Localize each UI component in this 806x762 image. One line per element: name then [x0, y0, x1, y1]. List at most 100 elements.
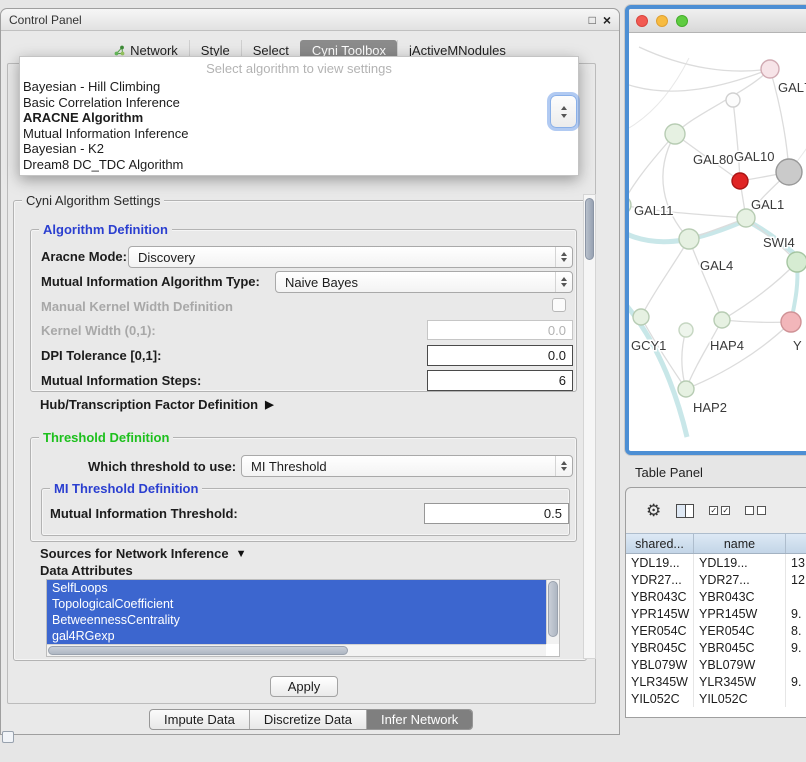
column-header[interactable]: name: [694, 534, 786, 553]
network-canvas[interactable]: GAL7GAL80GAL10GAL11GAL1GAL4SWI4GCY1HAP4Y…: [629, 33, 806, 450]
data-attributes-listbox: SelfLoopsTopologicalCoefficientBetweenne…: [46, 579, 560, 657]
scrollbar-thumb[interactable]: [585, 198, 594, 260]
combo-stepper-icon: [555, 456, 572, 476]
aracne-mode-select[interactable]: Discovery: [128, 246, 573, 268]
network-graph: GAL7GAL80GAL10GAL11GAL1GAL4SWI4GCY1HAP4Y…: [629, 33, 806, 451]
table-body: YDL19...YDL19...13YDR27...YDR27...12YBR0…: [626, 554, 806, 707]
network-node[interactable]: [787, 252, 806, 272]
mi-threshold-field[interactable]: 0.5: [424, 503, 569, 524]
algorithm-option[interactable]: ARACNE Algorithm: [20, 110, 578, 126]
network-node[interactable]: [679, 229, 699, 249]
network-node[interactable]: [726, 93, 740, 107]
mi-algorithm-type-select[interactable]: Naive Bayes: [275, 271, 573, 293]
attribute-item[interactable]: BetweennessCentrality: [47, 612, 546, 628]
table-row[interactable]: YLR345WYLR345W9.: [626, 673, 806, 690]
table-cell: YDL19...: [626, 554, 694, 571]
table-cell: YBR043C: [694, 588, 786, 605]
close-icon[interactable]: ×: [603, 14, 611, 26]
attribute-item[interactable]: SelfLoops: [47, 580, 546, 596]
table-cell: 13: [786, 554, 806, 571]
table-row[interactable]: YDR27...YDR27...12: [626, 571, 806, 588]
table-panel-window: ⚙ ✓✓ shared...name YDL19...YDL19...13YDR…: [625, 487, 806, 718]
network-node[interactable]: [776, 159, 802, 185]
close-traffic-light[interactable]: [636, 15, 648, 27]
combo-stepper-icon: [555, 247, 572, 267]
algorithm-popup-list: Bayesian - Hill ClimbingBasic Correlatio…: [20, 79, 578, 172]
network-window-titlebar: [629, 9, 806, 33]
minimized-panel-icon[interactable]: [2, 731, 14, 743]
table-row[interactable]: YDL19...YDL19...13: [626, 554, 806, 571]
table-cell: [786, 588, 806, 605]
table-row[interactable]: YBL079WYBL079W: [626, 656, 806, 673]
network-node-label: GAL4: [700, 258, 733, 273]
table-cell: [786, 690, 806, 707]
network-node-label: GCY1: [631, 338, 666, 353]
hub-definition-expander[interactable]: Hub/Transcription Factor Definition ▶: [40, 397, 274, 412]
add-column-icon[interactable]: [676, 504, 694, 518]
attributes-horizontal-scrollbar[interactable]: [47, 644, 546, 656]
attribute-item[interactable]: TopologicalCoefficient: [47, 596, 546, 612]
table-row[interactable]: YPR145WYPR145W9.: [626, 605, 806, 622]
minimize-traffic-light[interactable]: [656, 15, 668, 27]
network-node[interactable]: [665, 124, 685, 144]
apply-button[interactable]: Apply: [270, 676, 338, 697]
algorithm-option[interactable]: Mutual Information Inference: [20, 126, 578, 142]
network-window: GAL7GAL80GAL10GAL11GAL1GAL4SWI4GCY1HAP4Y…: [625, 5, 806, 455]
bottom-tab-impute-data[interactable]: Impute Data: [150, 710, 249, 729]
kernel-width-field[interactable]: 0.0: [427, 320, 573, 340]
float-window-icon[interactable]: □: [589, 14, 596, 26]
zoom-traffic-light[interactable]: [676, 15, 688, 27]
settings-group-title: Cyni Algorithm Settings: [22, 193, 164, 208]
network-node[interactable]: [761, 60, 779, 78]
which-threshold-value: MI Threshold: [242, 459, 555, 474]
table-row[interactable]: YER054CYER054C8.: [626, 622, 806, 639]
bottom-tab-discretize-data[interactable]: Discretize Data: [249, 710, 366, 729]
dpi-tolerance-field[interactable]: 0.0: [427, 345, 573, 366]
table-cell: YLR345W: [694, 673, 786, 690]
select-all-icon[interactable]: ✓✓: [709, 506, 730, 515]
manual-kernel-checkbox[interactable]: [552, 298, 566, 312]
algorithm-option[interactable]: Bayesian - K2: [20, 141, 578, 157]
table-row[interactable]: YIL052CYIL052C: [626, 690, 806, 707]
settings-vertical-scrollbar[interactable]: [583, 194, 596, 659]
table-row[interactable]: YBR043CYBR043C: [626, 588, 806, 605]
table-cell: 9.: [786, 605, 806, 622]
table-row[interactable]: YBR045CYBR045C9.: [626, 639, 806, 656]
which-threshold-select[interactable]: MI Threshold: [241, 455, 573, 477]
mi-steps-field[interactable]: 6: [427, 370, 573, 391]
algorithm-option[interactable]: Basic Correlation Inference: [20, 95, 578, 111]
deselect-all-icon[interactable]: [745, 506, 766, 515]
algorithm-popup-placeholder: Select algorithm to view settings: [20, 57, 578, 79]
attribute-item[interactable]: gal4RGexp: [47, 628, 546, 644]
scrollbar-thumb[interactable]: [548, 581, 558, 637]
hub-expander-label: Hub/Transcription Factor Definition: [40, 397, 258, 412]
network-node[interactable]: [732, 173, 748, 189]
network-node[interactable]: [678, 381, 694, 397]
mi-threshold-group-title: MI Threshold Definition: [50, 481, 202, 496]
network-node[interactable]: [629, 196, 631, 214]
algorithm-option[interactable]: Bayesian - Hill Climbing: [20, 79, 578, 95]
chevron-down-icon: ▼: [236, 548, 247, 560]
attributes-vertical-scrollbar[interactable]: [546, 580, 559, 644]
column-header[interactable]: shared...: [626, 534, 694, 553]
sources-expander[interactable]: Sources for Network Inference ▼: [40, 546, 246, 561]
column-header[interactable]: [786, 534, 806, 553]
network-node[interactable]: [633, 309, 649, 325]
network-node[interactable]: [781, 312, 801, 332]
scrollbar-thumb[interactable]: [48, 646, 348, 655]
table-cell: YIL052C: [626, 690, 694, 707]
table-cell: YBR045C: [694, 639, 786, 656]
chevron-right-icon: ▶: [265, 398, 273, 411]
aracne-mode-value: Discovery: [129, 250, 555, 265]
table-cell: YDR27...: [626, 571, 694, 588]
gear-icon[interactable]: ⚙: [646, 502, 661, 519]
network-node-label: Y: [793, 338, 802, 353]
network-node[interactable]: [679, 323, 693, 337]
data-attributes-list: SelfLoopsTopologicalCoefficientBetweenne…: [47, 580, 559, 644]
table-cell: 8.: [786, 622, 806, 639]
algorithm-combobox-stepper[interactable]: [550, 95, 577, 128]
algorithm-option[interactable]: Dream8 DC_TDC Algorithm: [20, 157, 578, 173]
bottom-tab-infer-network[interactable]: Infer Network: [366, 710, 472, 729]
mi-threshold-label: Mutual Information Threshold:: [50, 506, 238, 521]
network-node[interactable]: [714, 312, 730, 328]
